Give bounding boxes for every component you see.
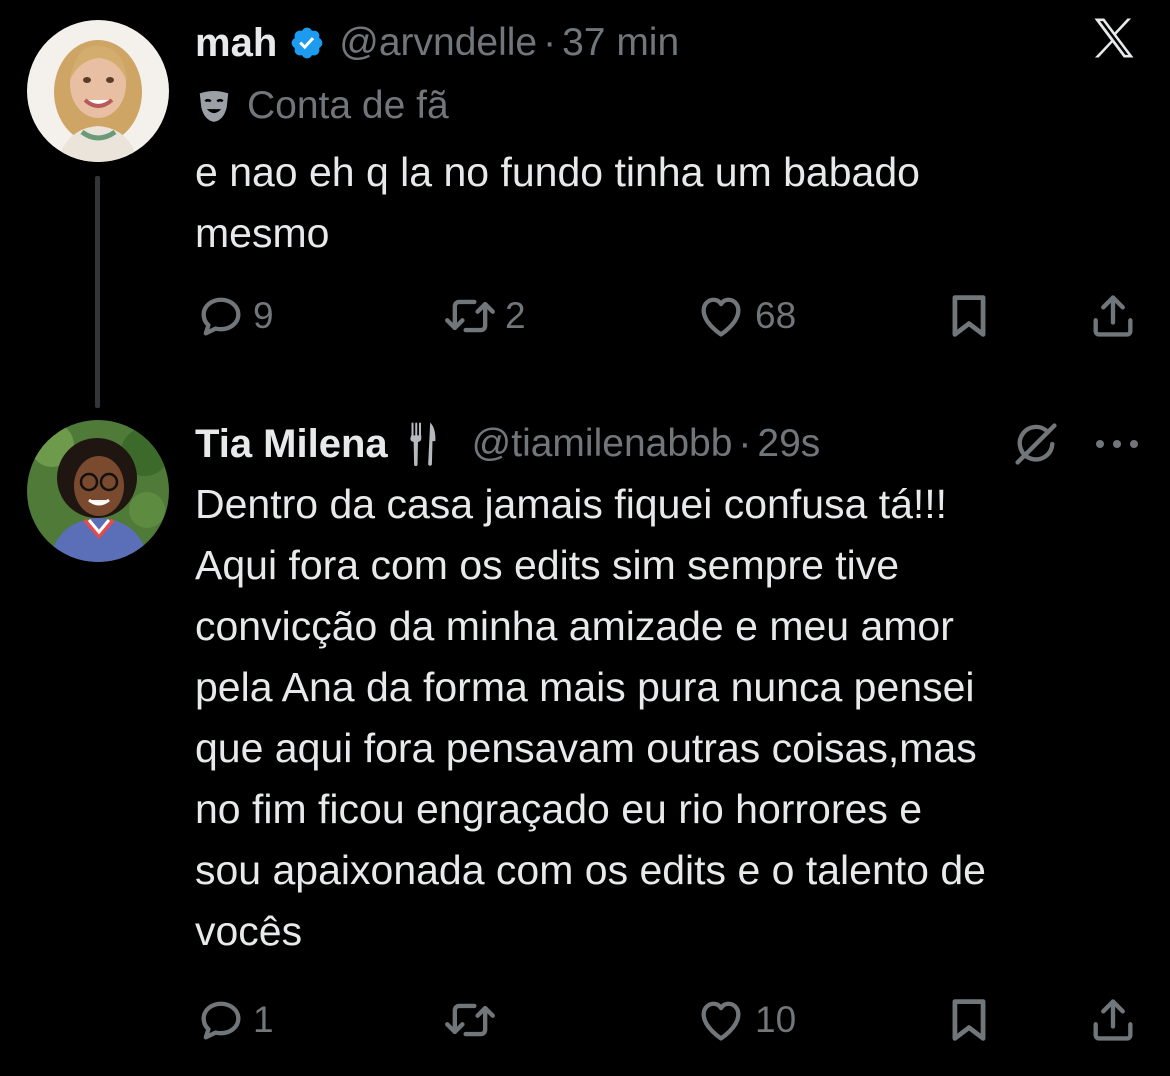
like-button[interactable]: 68 bbox=[693, 288, 796, 344]
heart-icon bbox=[693, 994, 749, 1046]
tweet-text: Dentro da casa jamais fiquei confusa tá!… bbox=[195, 474, 1155, 962]
bookmark-icon bbox=[943, 290, 995, 342]
tweet-header: Tia Milena @tiamilenabbb · 29s bbox=[195, 420, 820, 468]
handle[interactable]: @tiamilenabbb bbox=[472, 422, 733, 466]
tweet-tia-milena[interactable]: Tia Milena @tiamilenabbb · 29s bbox=[0, 420, 1170, 1076]
verified-badge-icon[interactable] bbox=[289, 25, 325, 61]
share-button[interactable] bbox=[1087, 288, 1139, 344]
text-line: Aqui fora com os edits sim sempre tive bbox=[195, 535, 1155, 596]
tweet-mah[interactable]: mah @arvndelle · 37 min Conta de fã e na bbox=[0, 0, 1170, 420]
text-line: e nao eh q la no fundo tinha um babado bbox=[195, 142, 1095, 203]
timestamp[interactable]: 29s bbox=[757, 422, 820, 466]
action-bar: 9 2 68 bbox=[195, 288, 1145, 344]
text-line: vocês bbox=[195, 901, 1155, 962]
bookmark-button[interactable] bbox=[943, 992, 995, 1048]
share-button[interactable] bbox=[1087, 992, 1139, 1048]
action-bar: 1 10 bbox=[195, 992, 1145, 1048]
avatar[interactable] bbox=[27, 420, 169, 562]
timestamp[interactable]: 37 min bbox=[562, 21, 679, 65]
heart-icon bbox=[693, 290, 749, 342]
avatar[interactable] bbox=[27, 20, 169, 162]
repost-button[interactable]: 2 bbox=[441, 288, 526, 344]
share-icon bbox=[1087, 994, 1139, 1046]
text-line: Dentro da casa jamais fiquei confusa tá!… bbox=[195, 474, 1155, 535]
like-count: 10 bbox=[755, 999, 796, 1041]
reply-count: 1 bbox=[253, 999, 274, 1041]
text-line: que aqui fora pensavam outras coisas,mas bbox=[195, 718, 1155, 779]
grok-icon[interactable] bbox=[1010, 420, 1062, 468]
separator-dot: · bbox=[738, 422, 751, 466]
bookmark-icon bbox=[943, 994, 995, 1046]
text-line: pela Ana da forma mais pura nunca pensei bbox=[195, 657, 1155, 718]
share-icon bbox=[1087, 290, 1139, 342]
reply-icon bbox=[195, 290, 247, 342]
reply-icon bbox=[195, 994, 247, 1046]
display-name[interactable]: Tia Milena bbox=[195, 422, 388, 467]
theater-mask-icon bbox=[195, 87, 233, 125]
text-line: convicção da minha amizade e meu amor bbox=[195, 596, 1155, 657]
repost-count: 2 bbox=[505, 295, 526, 337]
reply-count: 9 bbox=[253, 295, 274, 337]
label-text: Conta de fã bbox=[247, 84, 449, 128]
thread-line bbox=[95, 176, 100, 408]
text-line: mesmo bbox=[195, 203, 1095, 264]
like-count: 68 bbox=[755, 295, 796, 337]
fork-and-knife-icon bbox=[408, 421, 438, 467]
text-line: no fim ficou engraçado eu rio horrores e bbox=[195, 779, 1155, 840]
text-line: sou apaixonada com os edits e o talento … bbox=[195, 840, 1155, 901]
display-name[interactable]: mah bbox=[195, 21, 277, 66]
repost-icon bbox=[441, 290, 499, 342]
fan-account-label: Conta de fã bbox=[195, 84, 449, 128]
bookmark-button[interactable] bbox=[943, 288, 995, 344]
handle[interactable]: @arvndelle bbox=[339, 21, 537, 65]
repost-icon bbox=[441, 994, 499, 1046]
tweet-header: mah @arvndelle · 37 min bbox=[195, 18, 679, 68]
tweet-text: e nao eh q la no fundo tinha um babado m… bbox=[195, 142, 1095, 264]
reply-button[interactable]: 1 bbox=[195, 992, 274, 1048]
like-button[interactable]: 10 bbox=[693, 992, 796, 1048]
x-logo-icon[interactable] bbox=[1088, 12, 1140, 64]
repost-button[interactable] bbox=[441, 992, 505, 1048]
separator-dot: · bbox=[543, 21, 556, 65]
reply-button[interactable]: 9 bbox=[195, 288, 274, 344]
more-options-icon[interactable] bbox=[1094, 420, 1140, 468]
